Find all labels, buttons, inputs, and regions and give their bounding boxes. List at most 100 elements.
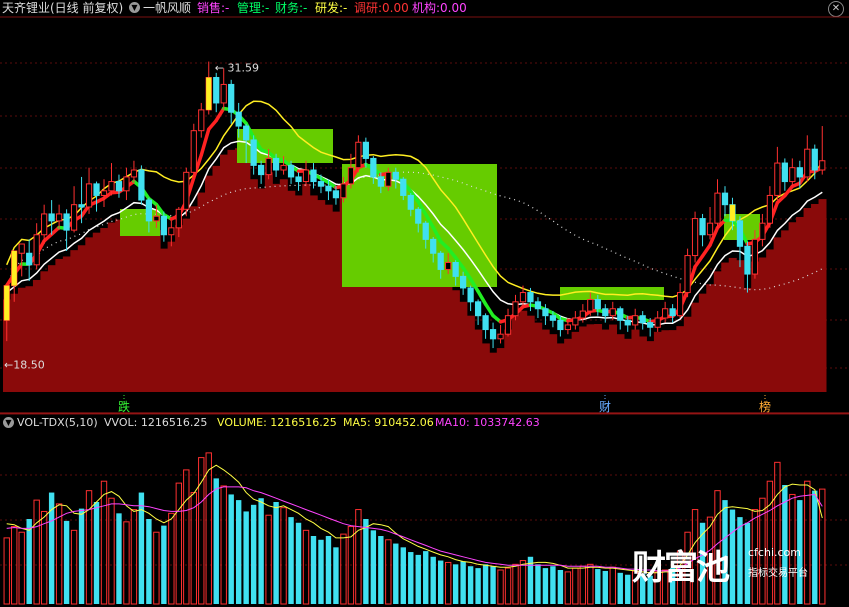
volume-title[interactable]: VOL-TDX(5,10) <box>17 415 98 431</box>
volume-bar <box>205 452 212 605</box>
candle-body <box>63 213 70 231</box>
support-step <box>167 241 176 392</box>
support-step <box>175 225 184 392</box>
volume-bar <box>26 519 32 604</box>
candle-body <box>243 125 250 141</box>
volume-bar <box>33 499 40 605</box>
support-step <box>788 222 797 392</box>
support-step <box>302 183 311 392</box>
volume-bar <box>93 502 100 604</box>
volume-bar <box>617 572 623 604</box>
fast-line-segment <box>693 254 705 269</box>
volume-bar <box>393 543 399 604</box>
highlight-candle <box>4 285 10 321</box>
candle-body <box>362 141 369 159</box>
candle-body <box>115 181 123 192</box>
volume-bar <box>564 571 572 605</box>
volume-bar <box>430 556 436 604</box>
volume-bar <box>363 519 369 604</box>
candle-body <box>602 308 609 317</box>
volume-menu-icon[interactable]: ▼ <box>3 417 14 428</box>
volume-bar <box>258 498 264 604</box>
volume-bar <box>55 503 63 605</box>
candle-body <box>130 169 138 178</box>
volume-bar <box>385 539 392 605</box>
candle-body <box>662 308 669 319</box>
volume-bar <box>504 567 512 605</box>
candle-body <box>609 308 616 317</box>
candle-body <box>302 169 310 183</box>
candle-body <box>632 315 639 326</box>
volume-bar <box>467 566 474 604</box>
volume-bar <box>512 563 519 605</box>
volume-bar <box>220 485 227 605</box>
volume-bar <box>355 509 362 605</box>
candle-body <box>534 301 542 310</box>
candle-body <box>26 252 33 266</box>
volume-bar <box>572 567 579 605</box>
volume-bar <box>288 517 294 604</box>
volume-bar <box>295 522 302 604</box>
volume-bar <box>280 507 287 605</box>
volume-bar <box>482 564 489 604</box>
support-step <box>609 324 618 392</box>
support-step <box>728 257 737 392</box>
candle-body <box>482 315 489 331</box>
support-step <box>279 179 288 392</box>
volume-bar <box>63 520 70 604</box>
volume-bar <box>168 512 175 605</box>
volume-bar <box>550 566 556 604</box>
support-step <box>70 250 79 392</box>
volume-bar <box>340 533 347 605</box>
candle-body <box>489 329 497 340</box>
fast-line-segment <box>199 127 211 157</box>
support-step <box>668 330 677 392</box>
candle-body <box>549 315 557 321</box>
highlight-candle <box>729 204 736 221</box>
support-step <box>594 324 603 392</box>
volume-bar <box>183 469 190 605</box>
kline-chart[interactable]: ← 31.59 ←18.50 跌 财 榜 <box>0 0 849 607</box>
candle-body <box>430 238 437 254</box>
candle-body <box>85 183 93 208</box>
support-step <box>571 331 580 392</box>
candle-body <box>676 292 684 317</box>
volume-bar <box>415 554 421 604</box>
candle-body <box>108 181 115 192</box>
candle-body <box>272 157 280 171</box>
candle-body <box>512 301 519 317</box>
support-step <box>511 315 520 392</box>
volume-bar <box>3 537 10 605</box>
support-step <box>751 261 760 392</box>
support-step <box>47 265 56 392</box>
candle-body <box>235 111 242 127</box>
support-step <box>811 203 820 392</box>
support-step <box>212 165 221 392</box>
volume-bar <box>408 552 414 604</box>
candle-body <box>355 141 362 169</box>
support-step <box>17 287 26 392</box>
candle-body <box>706 222 714 236</box>
volume-bar <box>437 560 444 604</box>
candle-body <box>766 194 774 224</box>
support-step <box>623 338 632 392</box>
candle-body <box>744 245 751 275</box>
candle-body <box>48 213 55 222</box>
highlight-candle <box>11 250 17 286</box>
volume-bar <box>400 547 406 604</box>
candle-body <box>370 157 377 178</box>
candle-body <box>594 299 601 310</box>
candle-body <box>55 213 63 222</box>
trend-box <box>342 164 497 287</box>
candle-body <box>220 83 227 104</box>
support-step <box>519 310 528 392</box>
support-step <box>601 329 610 392</box>
volume-bar <box>490 566 496 604</box>
support-step <box>77 245 86 392</box>
support-step <box>55 258 64 392</box>
highlight-candle <box>206 77 212 110</box>
candle-body <box>18 243 25 254</box>
candle-body <box>804 148 811 178</box>
candle-body <box>639 315 646 324</box>
candle-body <box>736 220 744 247</box>
